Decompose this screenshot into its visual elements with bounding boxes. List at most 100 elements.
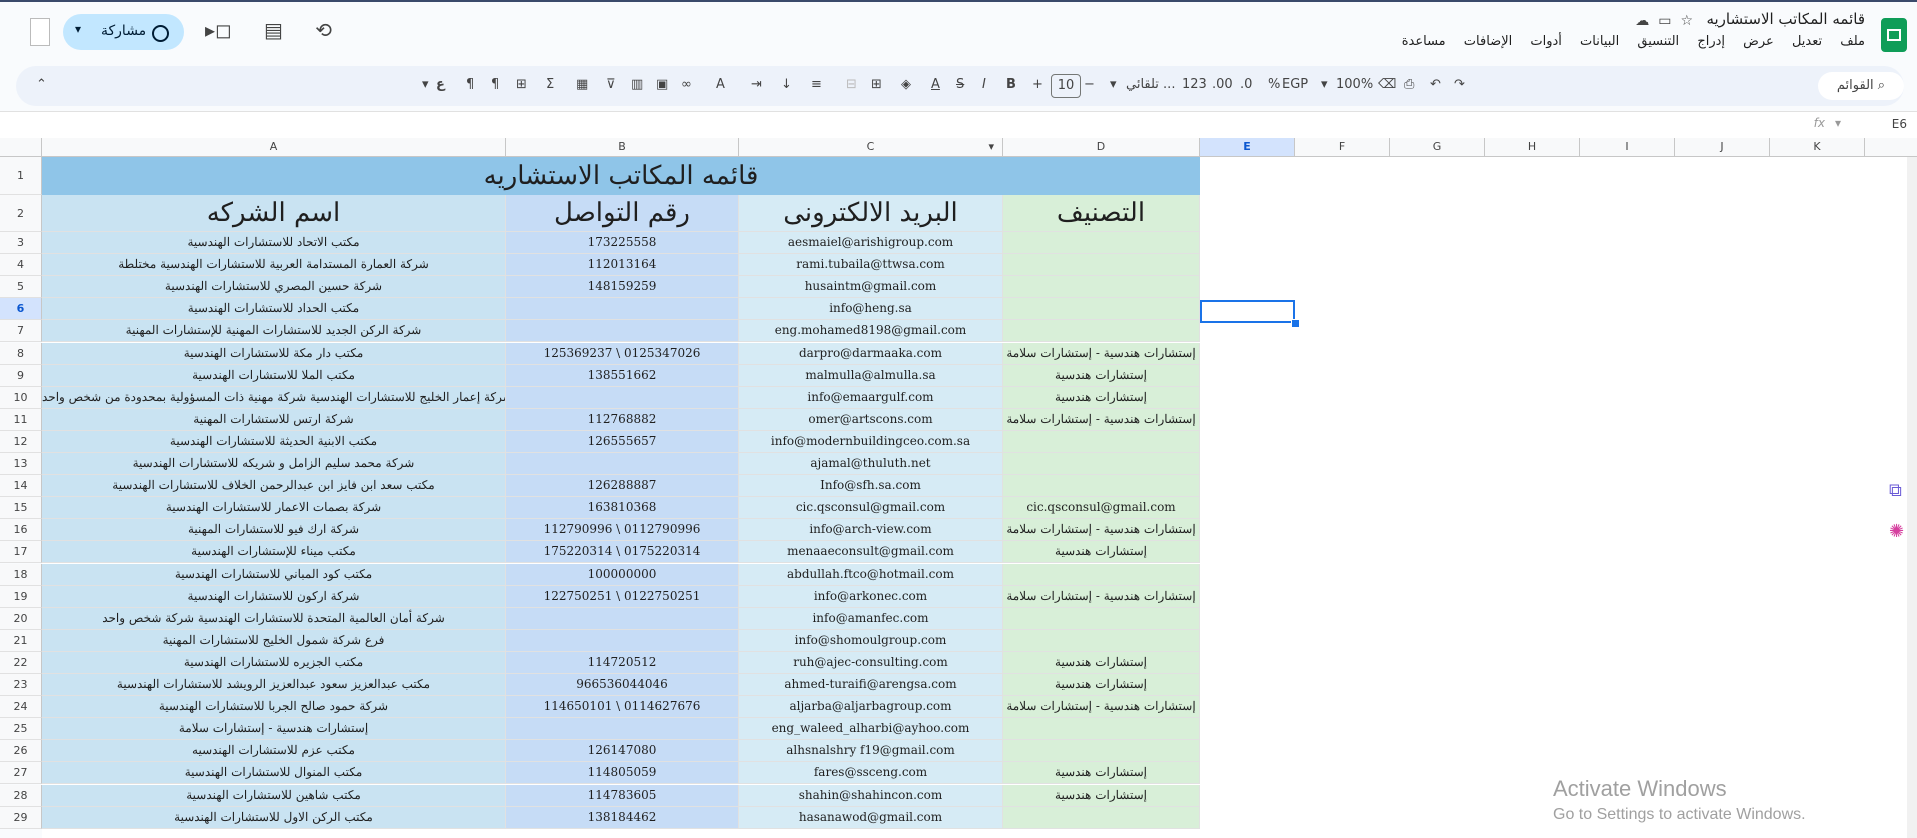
phone-cell[interactable]: 114805059	[506, 762, 739, 785]
sheet-grid[interactable]: قائمه المكاتب الاستشاريه اسم الشركه رقم …	[42, 157, 1917, 838]
chart-icon[interactable]: ▥	[631, 77, 643, 92]
email-cell[interactable]: omer@artscons.com	[739, 408, 1003, 431]
category-cell[interactable]: إستشارات هندسية	[1003, 674, 1200, 696]
email-cell[interactable]: info@shomoulgroup.com	[739, 629, 1003, 652]
category-cell[interactable]: إستشارات هندسية	[1003, 651, 1200, 674]
email-cell[interactable]: fares@ssceng.com	[739, 762, 1003, 785]
row-header[interactable]: 22	[0, 651, 42, 674]
increase-font-icon[interactable]: +	[1032, 77, 1043, 92]
account-image[interactable]	[30, 18, 50, 46]
fill-handle[interactable]	[1291, 319, 1300, 328]
fill-color-icon[interactable]: ◈	[901, 77, 911, 92]
text-color-icon[interactable]: A	[931, 77, 940, 92]
company-cell[interactable]: مكتب الابنية الحديثة للاستشارات الهندسية	[42, 430, 506, 453]
menu-edit[interactable]: تعديل	[1792, 34, 1822, 49]
sheet-title[interactable]: قائمه المكاتب الاستشاريه	[42, 157, 1200, 196]
company-cell[interactable]: شركة ارتس للاستشارات المهنية	[42, 408, 506, 431]
column-header-e[interactable]: E	[1200, 138, 1295, 156]
category-cell[interactable]	[1003, 740, 1200, 763]
row-header[interactable]: 1	[0, 157, 42, 195]
row-header[interactable]: 12	[0, 430, 42, 453]
vertical-scrollbar[interactable]	[1907, 157, 1917, 838]
header-category[interactable]: التصنيف	[1003, 195, 1200, 232]
phone-cell[interactable]: 126555657	[506, 430, 739, 453]
column-header-j[interactable]: J	[1675, 138, 1770, 156]
company-cell[interactable]: مكتب ميناء للإستشارات الهندسية	[42, 541, 506, 564]
phone-cell[interactable]: 125369237 \ 0125347026	[506, 342, 739, 365]
email-cell[interactable]: info@arch-view.com	[739, 519, 1003, 542]
phone-cell[interactable]	[506, 320, 739, 343]
company-cell[interactable]: شركة أمان العالمية المتحدة للاستشارات ال…	[42, 607, 506, 630]
row-header[interactable]: 9	[0, 364, 42, 387]
row-header[interactable]: 19	[0, 585, 42, 608]
company-cell[interactable]: شركة الركن الجديد للاستشارات المهنية للإ…	[42, 320, 506, 343]
column-header-b[interactable]: B	[506, 138, 739, 156]
phone-cell[interactable]: 100000000	[506, 563, 739, 586]
phone-cell[interactable]: 126288887	[506, 475, 739, 498]
company-cell[interactable]: مكتب الحداد للاستشارات الهندسية	[42, 298, 506, 321]
category-cell[interactable]: إستشارات هندسية	[1003, 364, 1200, 387]
collapse-toolbar-icon[interactable]: ⌃	[36, 77, 47, 92]
phone-cell[interactable]: 138184462	[506, 806, 739, 829]
row-header[interactable]: 3	[0, 232, 42, 254]
row-header[interactable]: 11	[0, 408, 42, 431]
row-header[interactable]: 25	[0, 718, 42, 741]
row-header[interactable]: 26	[0, 740, 42, 763]
email-cell[interactable]: info@emaargulf.com	[739, 386, 1003, 409]
company-cell[interactable]: شركة حسين المصري للاستشارات الهندسية	[42, 276, 506, 299]
row-header[interactable]: 14	[0, 475, 42, 498]
email-cell[interactable]: ahmed-turaifi@arengsa.com	[739, 674, 1003, 696]
menu-insert[interactable]: إدراج	[1697, 34, 1725, 49]
email-cell[interactable]: eng_waleed_alharbi@ayhoo.com	[739, 718, 1003, 741]
company-cell[interactable]: شركة محمد سليم الزامل و شريكه للاستشارات…	[42, 453, 506, 475]
comments-icon[interactable]: ▤	[264, 18, 283, 42]
company-cell[interactable]: فرع شركة شمول الخليج للاستشارات المهنية	[42, 629, 506, 652]
row-header[interactable]: 6	[0, 298, 42, 321]
filter-icon[interactable]: ⊽	[606, 77, 616, 92]
phone-cell[interactable]	[506, 453, 739, 475]
row-header[interactable]: 20	[0, 607, 42, 630]
decrease-font-icon[interactable]: −	[1084, 77, 1095, 92]
category-cell[interactable]	[1003, 232, 1200, 254]
column-header-h[interactable]: H	[1485, 138, 1580, 156]
email-cell[interactable]: ajamal@thuluth.net	[739, 453, 1003, 475]
rotate-text-icon[interactable]: A	[716, 77, 725, 92]
sheets-logo-icon[interactable]	[1881, 18, 1907, 52]
category-cell[interactable]	[1003, 298, 1200, 321]
company-cell[interactable]: مكتب عزم للاستشارات الهندسيه	[42, 740, 506, 763]
selected-cell-e6[interactable]	[1200, 300, 1295, 323]
email-cell[interactable]: darpro@darmaaka.com	[739, 342, 1003, 365]
strikethrough-icon[interactable]: S	[956, 77, 964, 92]
category-cell[interactable]	[1003, 430, 1200, 453]
category-cell[interactable]: إستشارات هندسية - إستشارات سلامة	[1003, 408, 1200, 431]
phone-cell[interactable]	[506, 607, 739, 630]
email-cell[interactable]: info@arkonec.com	[739, 585, 1003, 608]
category-cell[interactable]: إستشارات هندسية - إستشارات سلامة	[1003, 585, 1200, 608]
category-cell[interactable]	[1003, 453, 1200, 475]
valign-icon[interactable]: ↓	[781, 77, 792, 92]
category-cell[interactable]	[1003, 254, 1200, 277]
phone-cell[interactable]: 112013164	[506, 254, 739, 277]
category-cell[interactable]	[1003, 718, 1200, 741]
row-header[interactable]: 21	[0, 629, 42, 652]
column-header-f[interactable]: F	[1295, 138, 1390, 156]
email-cell[interactable]: husaintm@gmail.com	[739, 276, 1003, 299]
row-header[interactable]: 24	[0, 696, 42, 719]
header-email[interactable]: البريد الالكترونى	[739, 195, 1003, 232]
italic-icon[interactable]: I	[982, 77, 986, 92]
row-header[interactable]: 4	[0, 254, 42, 277]
increase-decimal[interactable]: .00	[1212, 77, 1233, 92]
category-cell[interactable]	[1003, 629, 1200, 652]
phone-cell[interactable]: 112768882	[506, 408, 739, 431]
font-dropdown-icon[interactable]: ▾	[1110, 77, 1117, 92]
company-cell[interactable]: شركة العمارة المستدامة العربية للاستشارا…	[42, 254, 506, 277]
phone-cell[interactable]: 966536044046	[506, 674, 739, 696]
menu-data[interactable]: البيانات	[1580, 34, 1619, 49]
halign-icon[interactable]: ≡	[811, 77, 822, 92]
email-cell[interactable]: shahin@shahincon.com	[739, 784, 1003, 807]
email-cell[interactable]: ruh@ajec-consulting.com	[739, 651, 1003, 674]
number-format[interactable]: 123	[1182, 77, 1207, 92]
row-header[interactable]: 29	[0, 806, 42, 829]
phone-cell[interactable]: 173225558	[506, 232, 739, 254]
category-cell[interactable]: إستشارات هندسية	[1003, 386, 1200, 409]
